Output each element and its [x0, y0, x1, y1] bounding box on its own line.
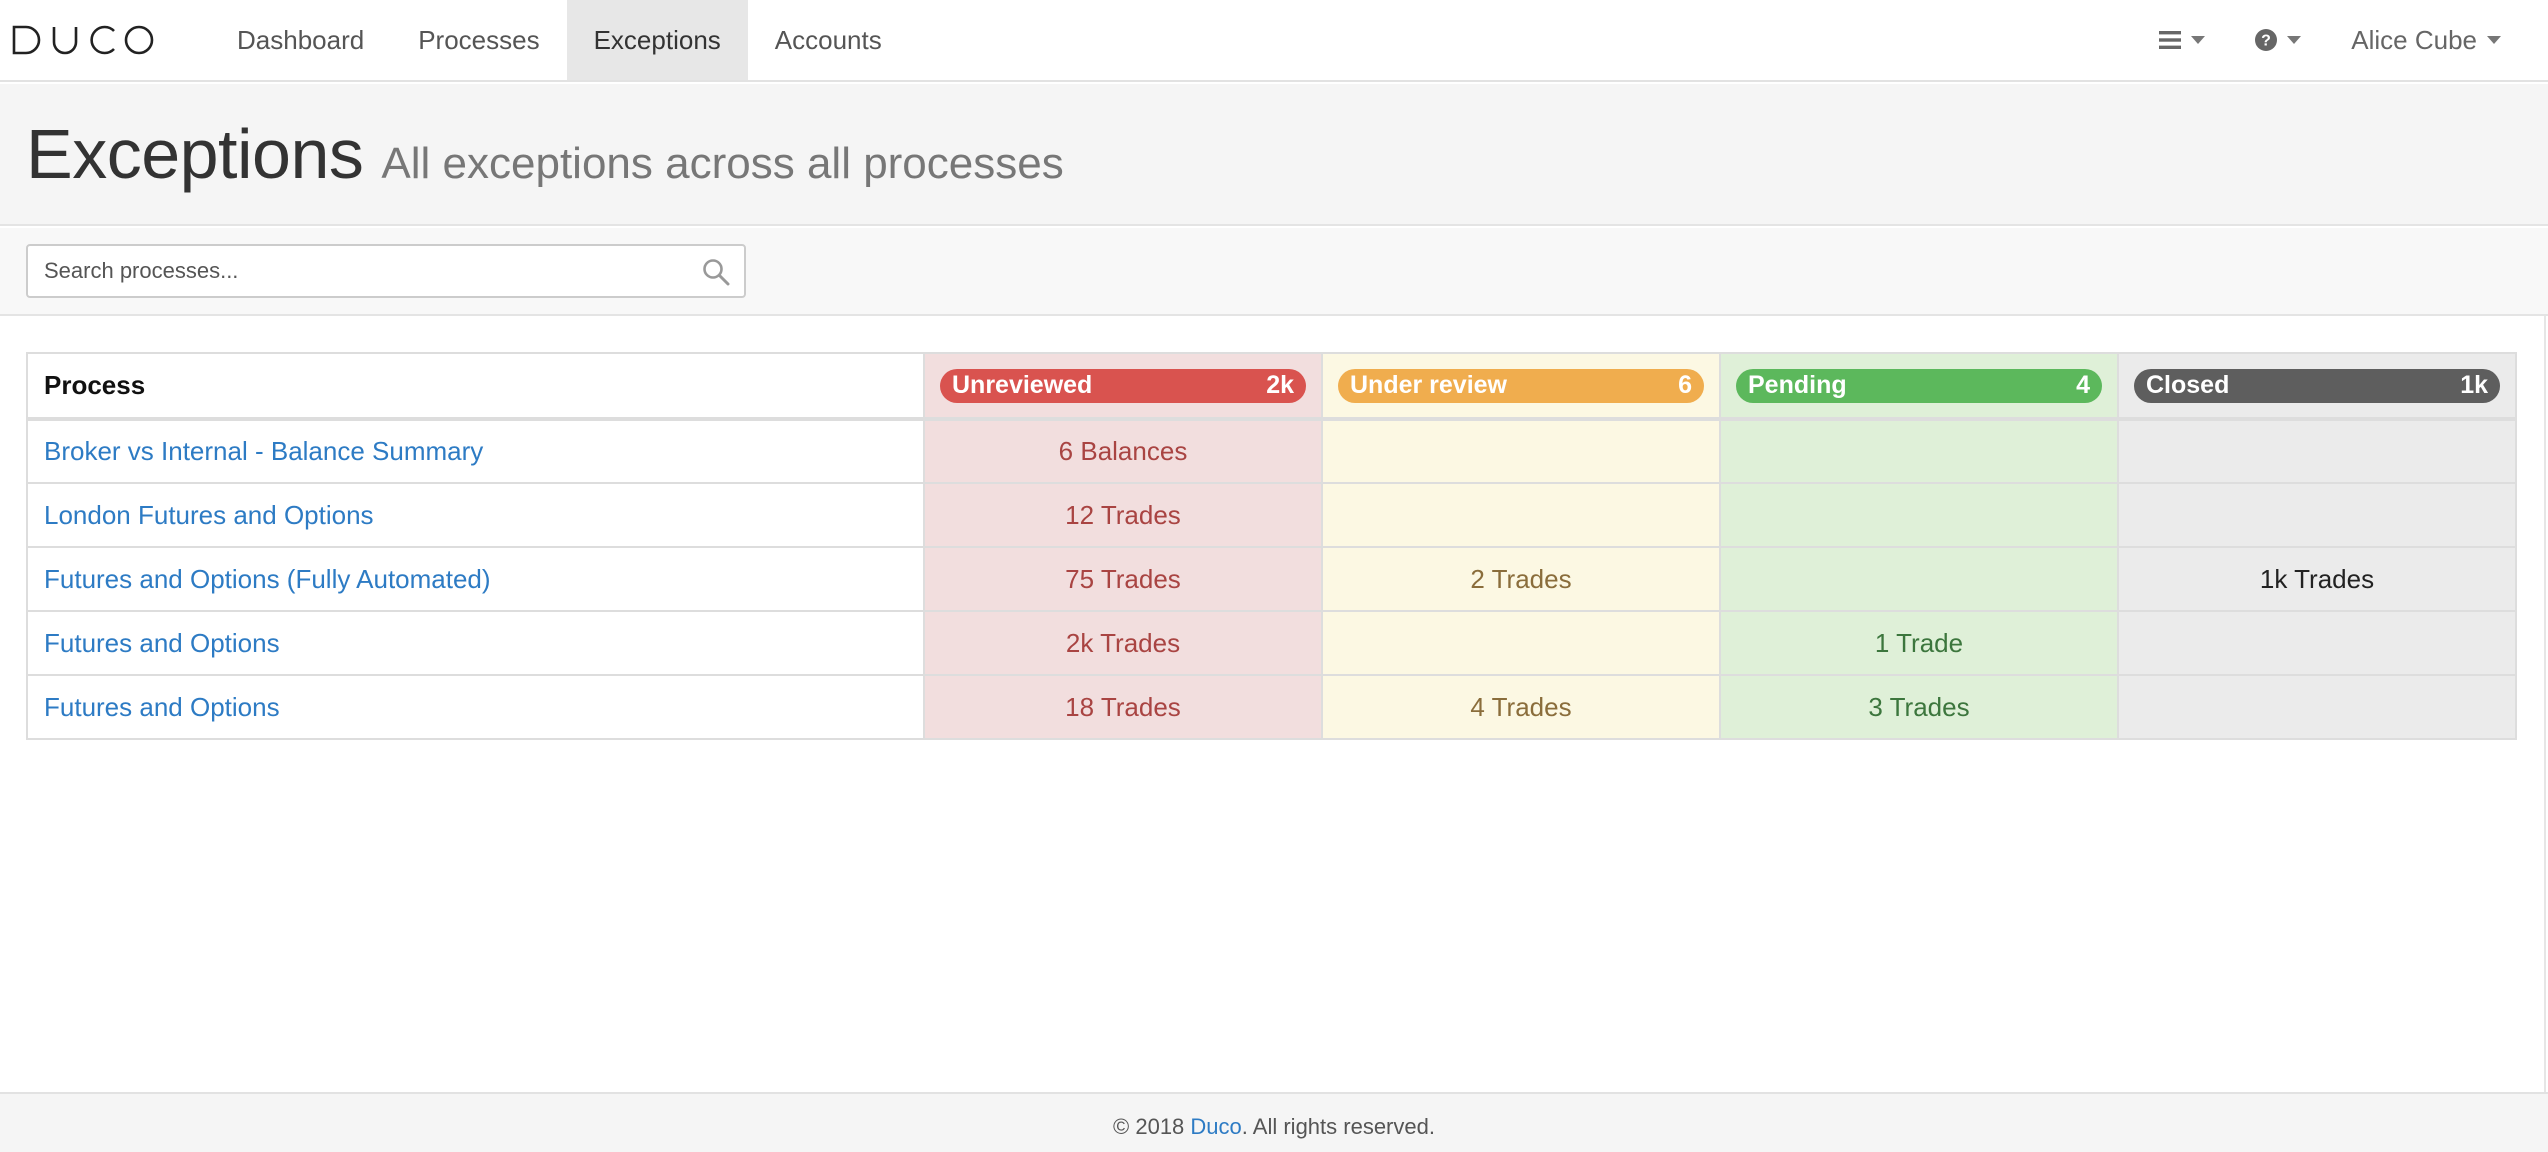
search-input[interactable] — [28, 246, 744, 296]
pending-cell[interactable]: 3 Trades — [1719, 674, 2119, 740]
footer-copyright: © 2018 — [1113, 1114, 1191, 1139]
status-count: 2k — [1266, 371, 1294, 399]
status-count: 4 — [2076, 371, 2090, 399]
nav-exceptions[interactable]: Exceptions — [566, 0, 748, 80]
closed-status-label[interactable]: Closed 1k — [2134, 368, 2500, 403]
question-circle-icon: ? — [2255, 29, 2278, 51]
help-dropdown[interactable]: ? — [2230, 0, 2326, 80]
pending-status-label[interactable]: Pending 4 — [1736, 368, 2102, 403]
menu-dropdown[interactable] — [2134, 0, 2230, 80]
closed-column-header: Closed 1k — [2117, 352, 2517, 421]
closed-cell[interactable] — [2117, 610, 2517, 676]
footer: © 2018 Duco. All rights reserved. — [0, 1092, 2548, 1152]
chevron-down-icon — [2191, 36, 2206, 44]
hamburger-icon — [2159, 31, 2182, 49]
unreviewed-cell[interactable]: 18 Trades — [923, 674, 1323, 740]
process-cell: Futures and Options (Fully Automated) — [26, 546, 925, 612]
unreviewed-cell[interactable]: 2k Trades — [923, 610, 1323, 676]
nav-accounts[interactable]: Accounts — [748, 0, 909, 80]
process-cell: Futures and Options — [26, 610, 925, 676]
page-header: Exceptions All exceptions across all pro… — [0, 84, 2548, 226]
process-cell: Futures and Options — [26, 674, 925, 740]
closed-cell[interactable] — [2117, 674, 2517, 740]
unreviewed-cell[interactable]: 12 Trades — [923, 482, 1323, 548]
process-link[interactable]: London Futures and Options — [44, 500, 374, 530]
closed-cell[interactable] — [2117, 418, 2517, 484]
duco-logo[interactable] — [0, 0, 210, 80]
footer-rights: . All rights reserved. — [1241, 1114, 1435, 1139]
closed-cell[interactable]: 1k Trades — [2117, 546, 2517, 612]
pending-cell[interactable] — [1719, 418, 2119, 484]
under-review-column-header: Under review 6 — [1321, 352, 1721, 421]
pending-cell[interactable] — [1719, 482, 2119, 548]
process-link[interactable]: Futures and Options (Fully Automated) — [44, 564, 491, 594]
page-subtitle: All exceptions across all processes — [381, 139, 1064, 188]
status-label-text: Unreviewed — [952, 371, 1093, 399]
search-box — [26, 244, 746, 298]
main-nav: Dashboard Processes Exceptions Accounts — [210, 0, 909, 80]
under-review-cell[interactable]: 4 Trades — [1321, 674, 1721, 740]
exceptions-table: Process Unreviewed 2k Under review 6 Pen — [26, 352, 2517, 740]
unreviewed-status-label[interactable]: Unreviewed 2k — [940, 368, 1306, 403]
chevron-down-icon — [2287, 36, 2302, 44]
process-cell: Broker vs Internal - Balance Summary — [26, 418, 925, 484]
page-title: Exceptions — [26, 115, 364, 193]
search-strip — [0, 228, 2548, 316]
under-review-cell[interactable] — [1321, 418, 1721, 484]
process-link[interactable]: Futures and Options — [44, 692, 280, 722]
footer-duco-link[interactable]: Duco — [1190, 1114, 1241, 1139]
closed-cell[interactable] — [2117, 482, 2517, 548]
table-row: Broker vs Internal - Balance Summary 6 B… — [26, 418, 2517, 484]
status-label-text: Closed — [2146, 371, 2230, 399]
pending-column-header: Pending 4 — [1719, 352, 2119, 421]
content-divider — [2544, 316, 2546, 1092]
nav-processes[interactable]: Processes — [391, 0, 566, 80]
table-row: Futures and Options (Fully Automated) 75… — [26, 546, 2517, 612]
under-review-cell[interactable] — [1321, 482, 1721, 548]
user-name: Alice Cube — [2351, 24, 2477, 55]
process-cell: London Futures and Options — [26, 482, 925, 548]
table-row: London Futures and Options 12 Trades — [26, 482, 2517, 548]
under-review-status-label[interactable]: Under review 6 — [1338, 368, 1704, 403]
status-count: 1k — [2460, 371, 2488, 399]
top-navbar: Dashboard Processes Exceptions Accounts … — [0, 0, 2548, 82]
process-link[interactable]: Broker vs Internal - Balance Summary — [44, 436, 483, 466]
duco-logo-mark — [12, 25, 154, 55]
search-icon[interactable] — [702, 258, 730, 291]
status-label-text: Under review — [1350, 371, 1508, 399]
pending-cell[interactable]: 1 Trade — [1719, 610, 2119, 676]
chevron-down-icon — [2487, 36, 2501, 44]
process-column-header[interactable]: Process — [26, 352, 925, 421]
unreviewed-column-header: Unreviewed 2k — [923, 352, 1323, 421]
status-count: 6 — [1678, 371, 1692, 399]
table-row: Futures and Options 2k Trades 1 Trade — [26, 610, 2517, 676]
unreviewed-cell[interactable]: 6 Balances — [923, 418, 1323, 484]
exceptions-table-container: Process Unreviewed 2k Under review 6 Pen — [26, 352, 2517, 740]
unreviewed-cell[interactable]: 75 Trades — [923, 546, 1323, 612]
nav-dashboard[interactable]: Dashboard — [210, 0, 391, 80]
under-review-cell[interactable]: 2 Trades — [1321, 546, 1721, 612]
svg-text:?: ? — [2261, 33, 2271, 50]
status-label-text: Pending — [1748, 371, 1847, 399]
table-header-row: Process Unreviewed 2k Under review 6 Pen — [26, 352, 2517, 421]
pending-cell[interactable] — [1719, 546, 2119, 612]
table-row: Futures and Options 18 Trades 4 Trades 3… — [26, 674, 2517, 740]
process-link[interactable]: Futures and Options — [44, 628, 280, 658]
nav-right: ? Alice Cube — [2134, 0, 2548, 80]
user-dropdown[interactable]: Alice Cube — [2326, 0, 2526, 80]
under-review-cell[interactable] — [1321, 610, 1721, 676]
